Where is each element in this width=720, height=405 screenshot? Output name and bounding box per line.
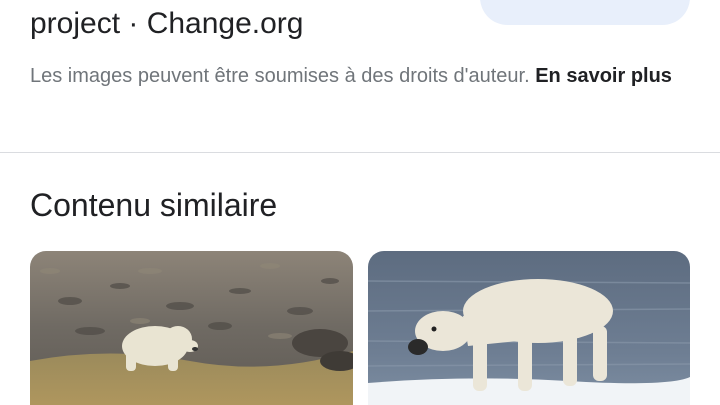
similar-thumbnail-1[interactable] <box>30 251 353 405</box>
copyright-notice: Les images peuvent être soumises à des d… <box>30 61 700 92</box>
polar-bear-ice-image <box>368 251 690 405</box>
polar-bear-tundra-image <box>30 251 353 405</box>
similar-content-heading: Contenu similaire <box>30 187 278 223</box>
learn-more-link[interactable]: En savoir plus <box>535 65 672 87</box>
copyright-text: Les images peuvent être soumises à des d… <box>30 65 536 87</box>
search-result-page: project · Change.org Les images peuvent … <box>0 0 720 405</box>
similar-thumbnail-2[interactable] <box>368 251 690 405</box>
section-divider <box>0 152 720 153</box>
result-title[interactable]: project · Change.org <box>30 4 304 44</box>
visit-button[interactable] <box>480 0 690 25</box>
image-result-details: project · Change.org Les images peuvent … <box>0 0 720 152</box>
